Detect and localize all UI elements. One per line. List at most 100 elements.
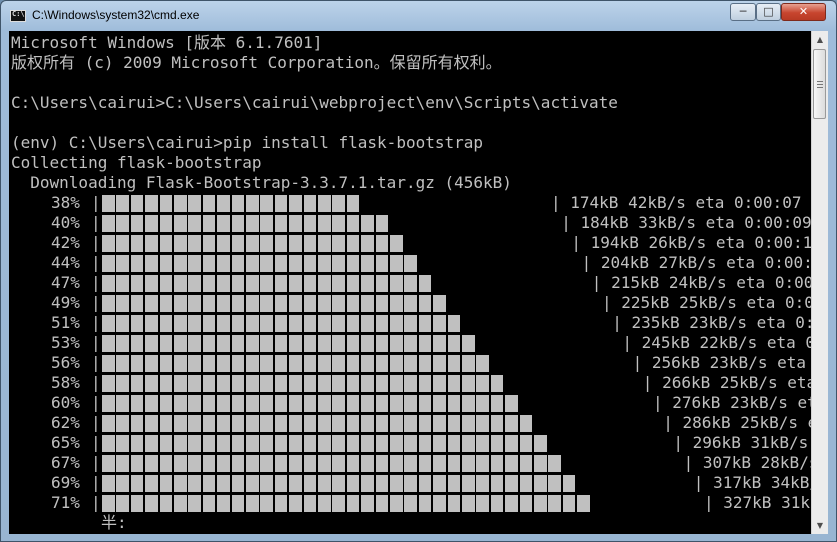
progress-cell bbox=[404, 455, 418, 472]
progress-cell bbox=[274, 435, 288, 452]
progress-cell bbox=[390, 235, 403, 252]
maximize-button[interactable]: □ bbox=[756, 3, 781, 21]
progress-cell bbox=[188, 355, 202, 372]
progress-cell bbox=[404, 315, 418, 332]
close-button[interactable]: ✕ bbox=[781, 3, 826, 21]
progress-cell bbox=[476, 455, 490, 472]
progress-cell bbox=[145, 395, 158, 412]
progress-stats: | 266kB 25kB/s eta 0 bbox=[642, 373, 811, 392]
progress-cell bbox=[303, 435, 317, 452]
progress-bar-start: | bbox=[91, 253, 101, 272]
progress-cell bbox=[418, 295, 432, 312]
vertical-scrollbar[interactable]: ▲ ▼ bbox=[811, 31, 828, 534]
console-line: (env) C:\Users\cairui>pip install flask-… bbox=[11, 133, 484, 152]
progress-cell bbox=[159, 195, 173, 212]
progress-cell bbox=[289, 415, 302, 432]
progress-cell bbox=[202, 435, 216, 452]
scrollbar-thumb[interactable] bbox=[813, 49, 826, 119]
progress-cell bbox=[476, 395, 490, 412]
progress-cell bbox=[332, 275, 346, 292]
progress-percent: 60% bbox=[51, 393, 80, 412]
progress-cell bbox=[462, 355, 475, 372]
progress-cell bbox=[375, 255, 389, 272]
progress-cell bbox=[231, 435, 245, 452]
progress-cell bbox=[145, 375, 158, 392]
progress-bar-start: | bbox=[91, 213, 101, 232]
progress-cell bbox=[548, 475, 562, 492]
progress-cell bbox=[505, 475, 518, 492]
progress-cell bbox=[202, 335, 216, 352]
progress-cell bbox=[318, 375, 331, 392]
progress-cell bbox=[174, 375, 187, 392]
progress-cell bbox=[159, 435, 173, 452]
progress-cell bbox=[404, 375, 418, 392]
progress-stats: | 184kB 33kB/s eta 0:00:09 bbox=[561, 213, 811, 232]
cmd-app-icon[interactable]: C:\ bbox=[10, 10, 26, 22]
progress-cell bbox=[361, 215, 374, 232]
console-area[interactable]: Microsoft Windows [版本 6.1.7601] 版权所有 (c)… bbox=[9, 31, 811, 534]
progress-cell bbox=[289, 275, 302, 292]
minimize-button[interactable]: ─ bbox=[730, 3, 756, 21]
progress-cell bbox=[375, 295, 389, 312]
progress-cell bbox=[519, 475, 533, 492]
progress-cell bbox=[274, 295, 288, 312]
progress-cell bbox=[361, 235, 374, 252]
progress-cell bbox=[519, 435, 533, 452]
progress-cell bbox=[202, 415, 216, 432]
progress-cell bbox=[505, 395, 518, 412]
progress-cell bbox=[375, 315, 389, 332]
console-line: Collecting flask-bootstrap bbox=[11, 153, 262, 172]
progress-cell bbox=[476, 375, 490, 392]
progress-bar-start: | bbox=[91, 313, 101, 332]
progress-cell bbox=[390, 395, 403, 412]
progress-cell bbox=[130, 335, 144, 352]
progress-cell bbox=[102, 215, 115, 232]
progress-cell bbox=[346, 355, 360, 372]
progress-cell bbox=[433, 475, 446, 492]
progress-cell bbox=[289, 295, 302, 312]
progress-cell bbox=[303, 255, 317, 272]
progress-cell bbox=[390, 415, 403, 432]
progress-cell bbox=[318, 395, 331, 412]
progress-cell bbox=[102, 195, 115, 212]
progress-cell bbox=[202, 295, 216, 312]
progress-cell bbox=[217, 475, 230, 492]
progress-cell bbox=[202, 455, 216, 472]
progress-cell bbox=[289, 195, 302, 212]
scroll-up-arrow-icon[interactable]: ▲ bbox=[812, 31, 828, 48]
progress-cell bbox=[102, 375, 115, 392]
progress-cell bbox=[303, 395, 317, 412]
progress-cell bbox=[447, 375, 461, 392]
progress-cell bbox=[318, 215, 331, 232]
progress-cell bbox=[404, 355, 418, 372]
progress-percent: 58% bbox=[51, 373, 80, 392]
progress-cell bbox=[116, 315, 130, 332]
progress-cell bbox=[505, 415, 518, 432]
progress-cell bbox=[289, 475, 302, 492]
progress-cell bbox=[102, 435, 115, 452]
scroll-down-arrow-icon[interactable]: ▼ bbox=[812, 517, 828, 534]
progress-cell bbox=[188, 195, 202, 212]
progress-cell bbox=[447, 415, 461, 432]
title-bar[interactable]: C:\ C:\Windows\system32\cmd.exe ─ □ ✕ bbox=[1, 1, 836, 31]
progress-cell bbox=[159, 275, 173, 292]
progress-cell bbox=[318, 335, 331, 352]
progress-cell bbox=[116, 475, 130, 492]
progress-cell bbox=[462, 335, 475, 352]
progress-cell bbox=[260, 495, 274, 512]
progress-cell bbox=[361, 435, 374, 452]
progress-cell bbox=[102, 335, 115, 352]
progress-stats: | 256kB 23kB/s eta 0: bbox=[632, 353, 806, 372]
progress-cell bbox=[346, 195, 360, 212]
progress-cell bbox=[102, 395, 115, 412]
progress-cell bbox=[174, 235, 187, 252]
progress-cell bbox=[289, 255, 302, 272]
progress-cell bbox=[346, 415, 360, 432]
progress-cell bbox=[534, 455, 547, 472]
progress-cell bbox=[217, 195, 230, 212]
progress-cell bbox=[404, 495, 418, 512]
progress-cell bbox=[130, 495, 144, 512]
progress-cell bbox=[447, 395, 461, 412]
progress-bar-start: | bbox=[91, 433, 101, 452]
progress-cell bbox=[433, 315, 446, 332]
